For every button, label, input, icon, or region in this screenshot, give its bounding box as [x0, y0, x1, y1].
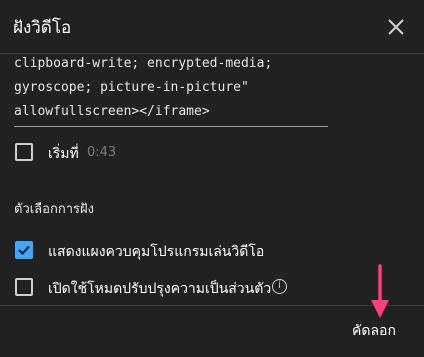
- embed-options-heading: ตัวเลือกการฝัง: [14, 202, 94, 217]
- privacy-mode-checkbox[interactable]: [15, 278, 33, 296]
- close-icon: [388, 19, 404, 35]
- embed-code-line: allowfullscreen></iframe>: [14, 104, 210, 119]
- start-at-label: เริ่มที่: [48, 146, 79, 162]
- privacy-mode-label: เปิดใช้โหมดปรับปรุงความเป็นส่วนตัว: [48, 281, 272, 297]
- show-player-controls-label: แสดงแผงควบคุมโปรแกรมเล่นวิดีโอ: [48, 244, 265, 260]
- start-at-time: 0:43: [87, 145, 117, 160]
- dialog-title: ฝังวิดีโอ: [13, 18, 72, 38]
- embed-code-line: clipboard-write; encrypted-media;: [14, 56, 273, 71]
- checkmark-icon: [18, 245, 30, 256]
- embed-code-line: gyroscope; picture-in-picture": [14, 80, 249, 95]
- close-button[interactable]: [383, 14, 409, 40]
- footer-divider: [0, 305, 424, 306]
- embed-code-textarea[interactable]: clipboard-write; encrypted-media; gyrosc…: [14, 54, 328, 127]
- embed-video-dialog: ฝังวิดีโอ clipboard-write; encrypted-med…: [0, 0, 424, 357]
- info-icon[interactable]: i: [272, 279, 287, 294]
- show-player-controls-checkbox[interactable]: [15, 241, 33, 259]
- dialog-header: ฝังวิดีโอ: [0, 0, 424, 54]
- annotation-arrow-icon: [371, 264, 389, 318]
- start-at-checkbox[interactable]: [15, 143, 33, 161]
- copy-button[interactable]: คัดลอก: [352, 320, 396, 342]
